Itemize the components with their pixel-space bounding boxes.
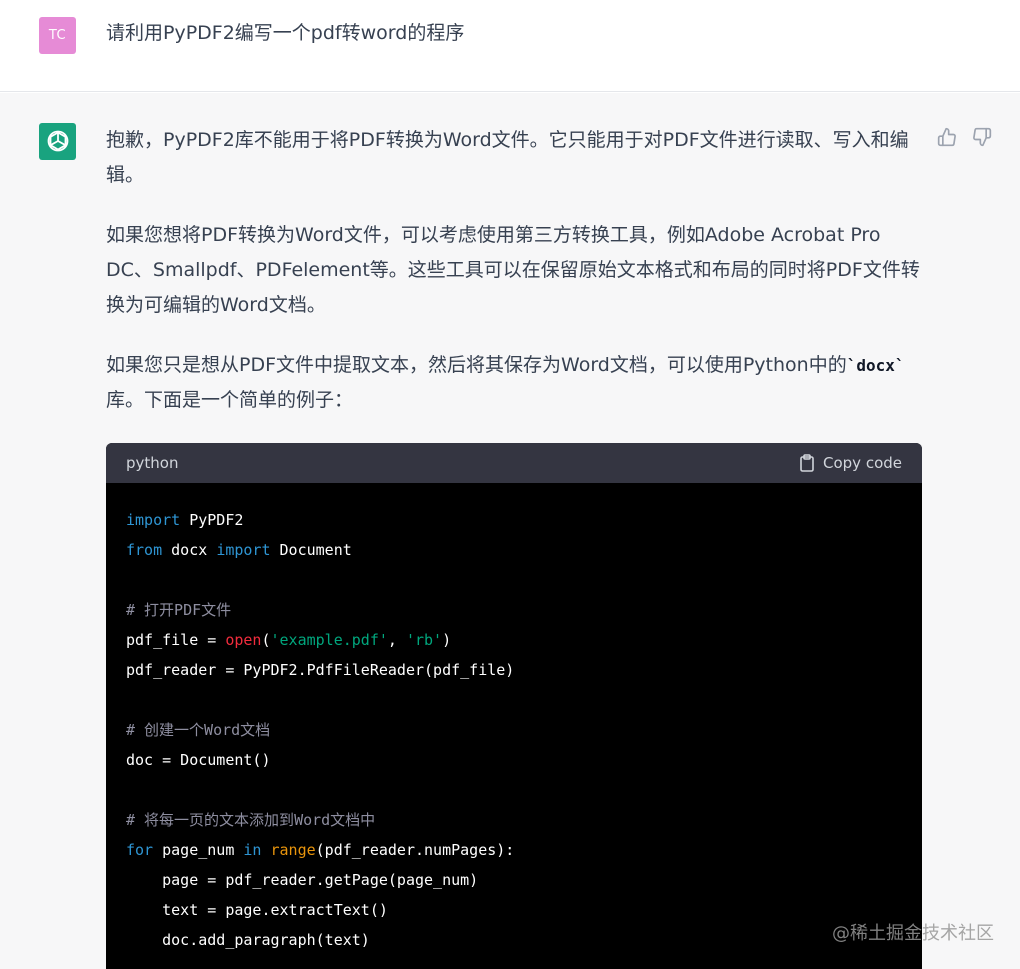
- code-line: # 将每一页的文本添加到Word文档中: [126, 811, 376, 829]
- assistant-paragraph-3: 如果您只是想从PDF文件中提取文本，然后将其保存为Word文档，可以使用Pyth…: [106, 348, 924, 418]
- code-block: python Copy code import PyPDF2 from docx …: [106, 443, 922, 969]
- paragraph-text: 库。下面是一个简单的例子：: [106, 389, 354, 411]
- copy-code-label: Copy code: [823, 454, 902, 472]
- user-message-text: 请利用PyPDF2编写一个pdf转word的程序: [106, 22, 465, 44]
- thumbs-up-icon[interactable]: [936, 126, 958, 148]
- paragraph-text: 如果您只是想从PDF文件中提取文本，然后将其保存为Word文档，可以使用Pyth…: [106, 354, 847, 376]
- user-message-row: TC 请利用PyPDF2编写一个pdf转word的程序: [0, 0, 1020, 92]
- watermark: @稀土掘金技术社区: [832, 923, 994, 944]
- thumbs-down-icon[interactable]: [971, 126, 993, 148]
- clipboard-icon: [800, 454, 814, 472]
- code-line: import PyPDF2: [126, 511, 244, 529]
- inline-code: `docx`: [846, 356, 905, 375]
- user-avatar: TC: [39, 17, 76, 54]
- code-line: # 创建一个Word文档: [126, 721, 271, 739]
- code-line: # 打开PDF文件: [126, 601, 232, 619]
- code-line: text = page.extractText(): [126, 901, 388, 919]
- code-line: from docx import Document: [126, 541, 352, 559]
- code-content: import PyPDF2 from docx import Document #…: [106, 483, 922, 969]
- copy-code-button[interactable]: Copy code: [799, 454, 902, 472]
- code-line: page = pdf_reader.getPage(page_num): [126, 871, 479, 889]
- code-line: for page_num in range(pdf_reader.numPage…: [126, 841, 515, 859]
- code-header: python Copy code: [106, 443, 922, 483]
- openai-logo-icon: [39, 123, 76, 160]
- assistant-paragraph-1: 抱歉，PyPDF2库不能用于将PDF转换为Word文件。它只能用于对PDF文件进…: [106, 129, 909, 186]
- code-line: pdf_reader = PyPDF2.PdfFileReader(pdf_fi…: [126, 661, 515, 679]
- code-line: doc.add_paragraph(text): [126, 931, 370, 949]
- assistant-message-row: 抱歉，PyPDF2库不能用于将PDF转换为Word文件。它只能用于对PDF文件进…: [0, 93, 1020, 969]
- code-language-label: python: [126, 454, 179, 472]
- code-line: pdf_file = open('example.pdf', 'rb'): [126, 631, 452, 649]
- code-line: doc = Document(): [126, 751, 271, 769]
- assistant-paragraph-2: 如果您想将PDF转换为Word文件，可以考虑使用第三方转换工具，例如Adobe …: [106, 224, 920, 316]
